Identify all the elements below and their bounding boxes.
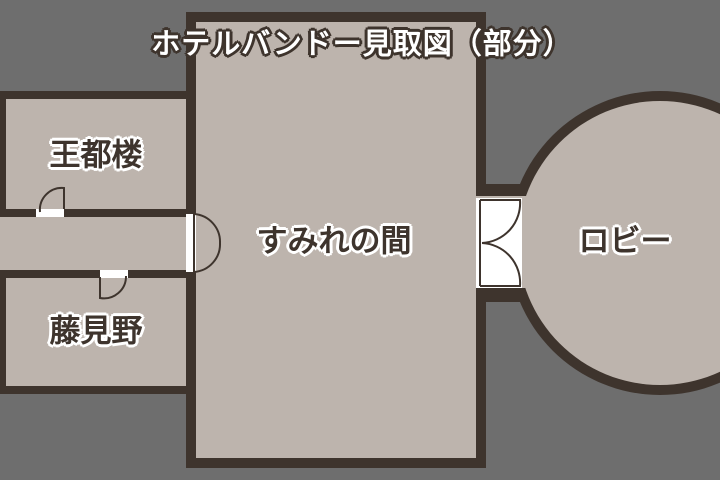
room-label-sumire: すみれの間 [256, 223, 412, 260]
floor-plan: ホテルバンドー見取図（部分） 王都楼 藤見野 すみれの間 ロビー [0, 0, 720, 480]
map-title: ホテルバンドー見取図（部分） [151, 26, 573, 61]
room-label-fujimino: 藤見野 [49, 313, 143, 350]
room-label-oumirou: 王都楼 [49, 137, 143, 174]
door-fujimino-opening [100, 270, 128, 278]
corridor-floor [0, 217, 196, 270]
room-label-lobby: ロビー [578, 223, 672, 260]
